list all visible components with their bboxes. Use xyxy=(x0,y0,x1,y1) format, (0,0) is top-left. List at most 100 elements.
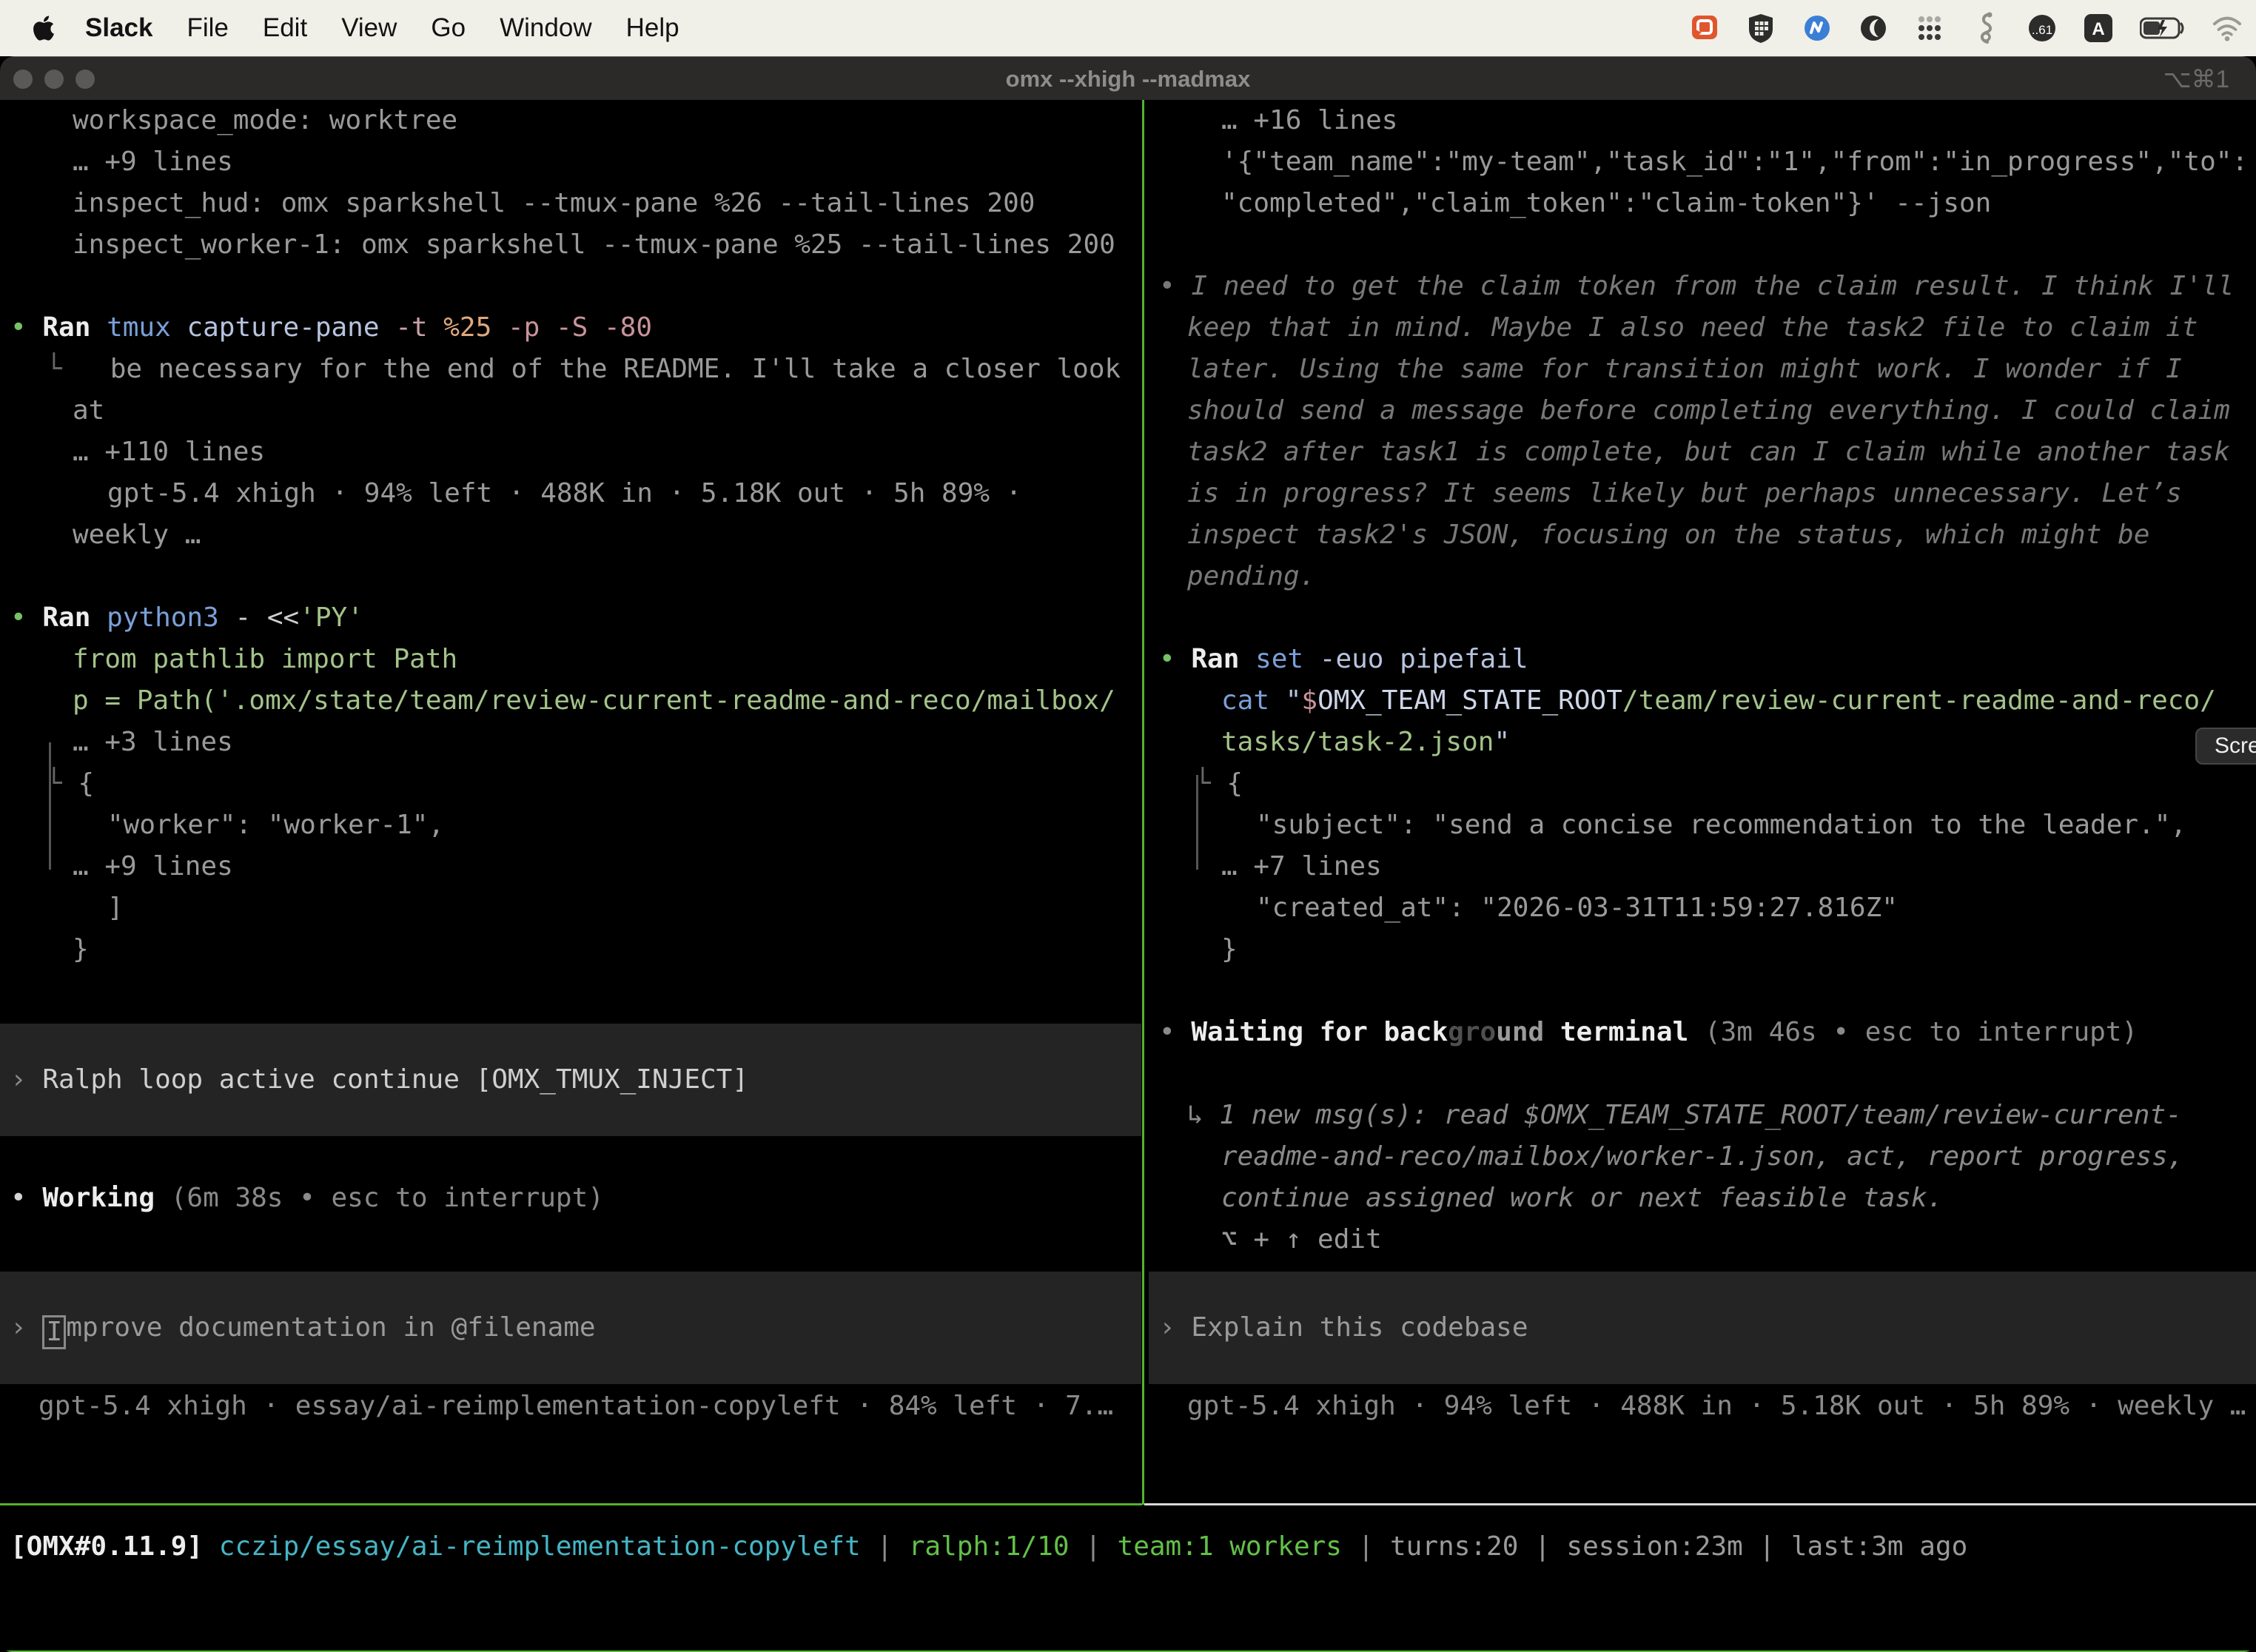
menu-help[interactable]: Help xyxy=(609,13,696,43)
menu-edit[interactable]: Edit xyxy=(246,13,324,43)
terminal-line: "completed","claim_token":"claim-token"}… xyxy=(1149,183,2256,224)
bullet-icon: • xyxy=(1159,1017,1191,1047)
command-name: set xyxy=(1255,644,1320,674)
corner-connector: └ xyxy=(46,354,62,384)
menu-view[interactable]: View xyxy=(324,13,414,43)
spacer xyxy=(0,970,1141,1024)
shortcuts-icon[interactable] xyxy=(1970,13,2001,44)
grid-menu-icon[interactable] xyxy=(1914,13,1945,44)
prompt-chevron-icon: › xyxy=(10,1312,42,1343)
pane-hud: workspace_mode: worktree … +9 lines insp… xyxy=(0,100,1141,1503)
model-status-line: gpt-5.4 xhigh · essay/ai-reimplementatio… xyxy=(0,1386,1141,1427)
thinking-line: is in progress? It seems likely but perh… xyxy=(1149,473,2256,514)
working-meta: (6m 38s • esc to interrupt) xyxy=(171,1183,604,1213)
pane-worker-1: … +16 lines '{"team_name":"my-team","tas… xyxy=(1149,100,2256,1503)
omx-ralph-counter: ralph:1/10 xyxy=(909,1531,1070,1562)
tool-output-line: weekly … xyxy=(0,514,1141,556)
command-name: python3 xyxy=(107,602,235,633)
command-dash: - xyxy=(235,602,266,633)
collapsed-lines-indicator[interactable]: … +3 lines xyxy=(0,722,1141,763)
command-subcommand: capture-pane xyxy=(187,312,395,343)
bullet-icon: • xyxy=(1159,271,1191,301)
terminal-line: inspect_hud: omx sparkshell --tmux-pane … xyxy=(0,183,1141,224)
blank-line xyxy=(1149,1053,2256,1095)
json-output-line: "created_at": "2026-03-31T11:59:27.816Z" xyxy=(1149,887,2256,929)
apple-menu-icon[interactable] xyxy=(33,13,58,43)
window-shortcut-label: ⌥⌘1 xyxy=(2163,64,2229,93)
terminal-line: inspect_worker-1: omx sparkshell --tmux-… xyxy=(0,224,1141,266)
prompt-input-area[interactable]: › Improve documentation in @filename xyxy=(0,1272,1141,1384)
chevron-icon: › xyxy=(10,1064,42,1095)
output-connector-line xyxy=(49,742,51,870)
wifi-icon[interactable] xyxy=(2212,13,2243,44)
prompt-chevron-icon: › xyxy=(1159,1312,1191,1343)
omx-status-bar: [OMX#0.11.9] cczip/essay/ai-reimplementa… xyxy=(0,1526,2256,1568)
battery-icon[interactable] xyxy=(2139,13,2186,44)
input-source-icon[interactable]: A xyxy=(2083,13,2114,44)
command-flags: -p -S -80 xyxy=(508,312,652,343)
terminal-line: '{"team_name":"my-team","task_id":"1","f… xyxy=(1149,141,2256,183)
bullet-icon: • xyxy=(1159,644,1191,674)
prompt-suggestion[interactable]: › Explain this codebase xyxy=(1149,1272,2256,1384)
command-name: cat xyxy=(1221,685,1286,716)
inject-banner[interactable]: › Ralph loop active continue [OMX_TMUX_I… xyxy=(0,1024,1141,1136)
sync-status-icon[interactable] xyxy=(1802,13,1833,44)
collapsed-lines-indicator[interactable]: … +7 lines xyxy=(1149,846,2256,887)
omx-project: cczip/essay/ai-reimplementation-copyleft xyxy=(219,1531,861,1562)
menu-window[interactable]: Window xyxy=(483,13,608,43)
working-status-line: • Working (6m 38s • esc to interrupt) xyxy=(0,1178,1141,1219)
output-connector-line xyxy=(1196,775,1198,870)
chat-app-icon[interactable] xyxy=(1689,13,1720,44)
tool-output-line: at xyxy=(0,390,1141,432)
ran-tmux-command-line: • Ran tmux capture-pane -t %25 -p -S -80 xyxy=(0,307,1141,349)
separator: | xyxy=(1070,1531,1118,1562)
spacer xyxy=(0,1136,1141,1178)
command-flag: -t xyxy=(395,312,443,343)
window-title: omx --xhigh --madmax xyxy=(0,66,2256,93)
pane-bottom-border-right xyxy=(1144,1503,2256,1505)
command-target: %25 xyxy=(443,312,508,343)
terminal-line: … +16 lines xyxy=(1149,100,2256,141)
menu-file[interactable]: File xyxy=(169,13,245,43)
screen-time-icon[interactable] xyxy=(1858,13,1889,44)
thinking-line: inspect task2's JSON, focusing on the st… xyxy=(1149,514,2256,556)
pane-divider[interactable] xyxy=(1142,100,1144,1505)
menu-app-name[interactable]: Slack xyxy=(68,13,169,43)
window-titlebar[interactable]: omx --xhigh --madmax ⌥⌘1 xyxy=(0,56,2256,101)
tool-output-line: gpt-5.4 xhigh · 94% left · 488K in · 5.1… xyxy=(0,473,1141,514)
thinking-line: pending. xyxy=(1149,556,2256,597)
thinking-line: task2 after task1 is complete, but can I… xyxy=(1149,432,2256,473)
thinking-line: • I need to get the claim token from the… xyxy=(1149,266,2256,307)
blank-line xyxy=(1149,970,2256,1012)
ran-label: Ran xyxy=(1191,644,1255,674)
counter-badge-icon[interactable]: ..61 xyxy=(2027,13,2058,44)
tool-output-line: └ be necessary for the end of the README… xyxy=(0,349,1141,390)
terminal-content[interactable]: workspace_mode: worktree … +9 lines insp… xyxy=(0,100,2256,1652)
json-output-line: } xyxy=(1149,929,2256,970)
inject-banner-text: Ralph loop active continue [OMX_TMUX_INJ… xyxy=(42,1064,748,1095)
menu-go[interactable]: Go xyxy=(414,13,483,43)
separator: | xyxy=(861,1531,909,1562)
file-path: tasks/task-2.json xyxy=(1221,727,1494,757)
mailbox-message-line: continue assigned work or next feasible … xyxy=(1149,1178,2256,1219)
ran-label: Ran xyxy=(42,602,107,633)
heredoc-marker: 'PY' xyxy=(299,602,363,633)
collapsed-lines-indicator[interactable]: … +9 lines xyxy=(0,846,1141,887)
reply-arrow-icon: ↳ xyxy=(1187,1100,1219,1130)
screen-tooltip-text: Scre xyxy=(2215,733,2256,758)
bullet-icon: • xyxy=(10,602,42,633)
terminal-window: omx --xhigh --madmax ⌥⌘1 workspace_mode:… xyxy=(0,56,2256,1652)
pane-bottom-border-left xyxy=(0,1503,1142,1505)
prompt-placeholder: mprove documentation in @filename xyxy=(66,1312,595,1343)
menu-bar-status-icons: ..61 A xyxy=(1689,13,2256,44)
bullet-icon: • xyxy=(10,1183,42,1213)
working-label: Working xyxy=(42,1183,170,1213)
code-line: from pathlib import Path xyxy=(0,639,1141,680)
command-name: tmux xyxy=(107,312,187,343)
thinking-line: later. Using the same for transition mig… xyxy=(1149,349,2256,390)
mailbox-message-line: ↳ 1 new msg(s): read $OMX_TEAM_STATE_ROO… xyxy=(1149,1095,2256,1136)
password-manager-icon[interactable] xyxy=(1745,13,1776,44)
waiting-status-line: • Waiting for background terminal (3m 46… xyxy=(1149,1012,2256,1053)
env-var: OMX_TEAM_STATE_ROOT xyxy=(1317,685,1622,716)
collapsed-lines-indicator[interactable]: … +110 lines xyxy=(0,432,1141,473)
